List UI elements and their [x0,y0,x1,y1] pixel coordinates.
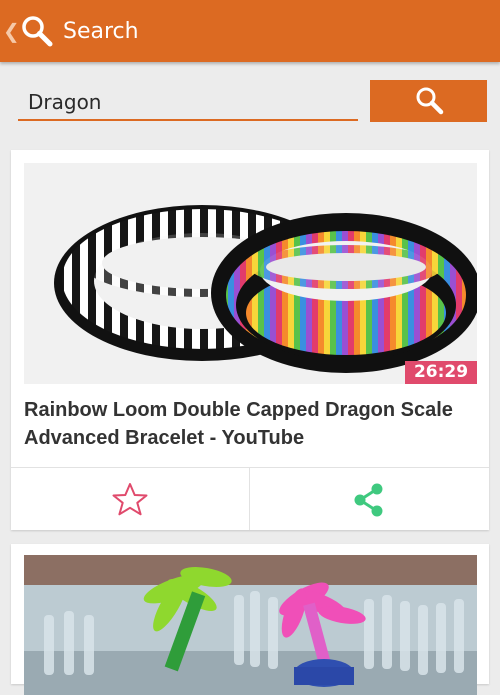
share-icon [354,483,383,517]
search-button[interactable] [370,80,487,122]
share-button[interactable] [250,468,488,530]
app-bar: ❮ Search [0,0,500,62]
star-outline-icon [112,483,148,516]
video-title[interactable]: Rainbow Loom Double Capped Dragon Scale … [24,396,479,452]
result-card[interactable] [11,544,489,695]
video-duration-badge: 26:29 [405,361,477,384]
search-icon [416,87,444,115]
video-thumbnail[interactable] [24,555,477,695]
search-icon[interactable] [20,14,54,48]
video-thumbnail[interactable]: 26:29 [24,163,477,384]
search-query-text: Dragon [28,90,102,114]
chevron-left-icon[interactable]: ❮ [3,17,20,45]
rainbow-loom-bracelets-image [24,163,477,384]
favorite-button[interactable] [11,468,249,530]
result-card[interactable]: 26:29 Rainbow Loom Double Capped Dragon … [11,150,489,530]
app-bar-title: Search [63,19,139,44]
search-input[interactable]: Dragon [18,84,358,121]
loom-palm-tree-charms-image [24,555,477,695]
